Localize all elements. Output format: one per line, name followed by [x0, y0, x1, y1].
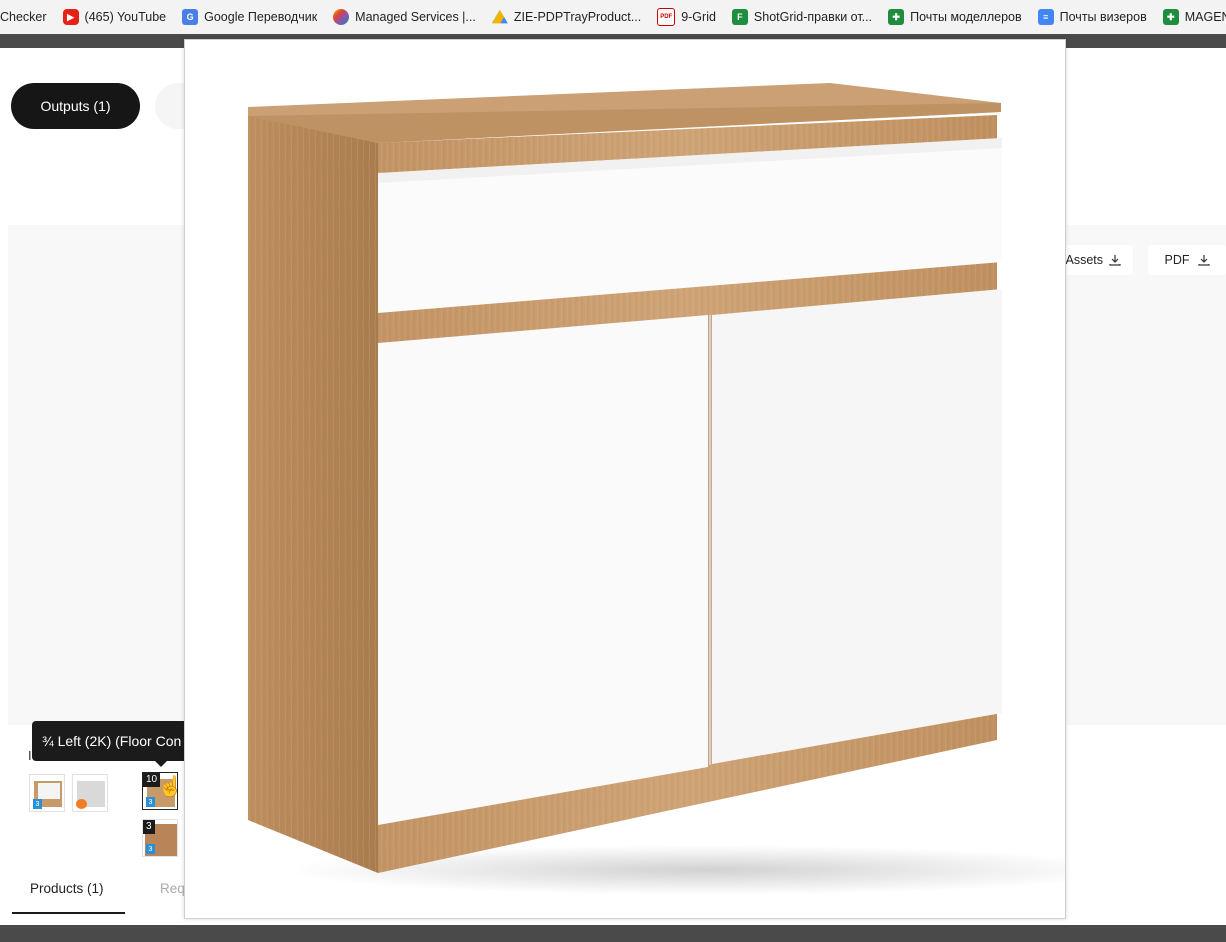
bookmark-modelers-mail[interactable]: ✚ Почты моделлеров — [888, 9, 1022, 25]
bookmark-label: MAGENTA_2023 — [1184, 10, 1226, 24]
download-pdf-button[interactable]: PDF — [1148, 245, 1226, 275]
cabinet-door-right — [712, 289, 1002, 764]
google-drive-icon — [491, 9, 508, 24]
google-forms-icon: F — [731, 9, 748, 25]
pdf-icon: PDF — [657, 8, 676, 26]
bookmark-label: Google Переводчик — [204, 10, 318, 24]
bookmark-label: ShotGrid-правки от... — [753, 10, 873, 24]
tooltip-arrow — [155, 761, 167, 767]
bookmark-checker[interactable]: Checker — [0, 10, 47, 24]
output-thumbnail[interactable] — [72, 774, 108, 812]
bookmarks-bar: Checker ▶ (465) YouTube G Google Перевод… — [0, 0, 1226, 34]
bookmark-9-grid[interactable]: PDF 9-Grid — [657, 8, 716, 26]
outputs-label: Outputs (1) — [40, 98, 111, 114]
bookmark-label: Почты визеров — [1059, 10, 1147, 24]
thumbnail-tooltip: ¾ Left (2K) (Floor Con — [32, 721, 192, 761]
output-thumbnail[interactable]: 3 3 — [142, 819, 178, 857]
bookmark-label: Checker — [0, 10, 47, 24]
bookmark-google-translate[interactable]: G Google Переводчик — [182, 9, 317, 25]
pdf-label: PDF — [1164, 253, 1190, 267]
tooltip-text: ¾ Left (2K) (Floor Con — [42, 733, 182, 749]
image-lightbox[interactable] — [184, 39, 1066, 919]
bookmark-label: ZIE-PDPTrayProduct... — [513, 10, 642, 24]
bookmark-magenta[interactable]: ✚ MAGENTA_2023 — [1162, 9, 1226, 25]
google-sheets-icon: ✚ — [888, 9, 905, 25]
output-thumbnail[interactable]: 3 — [29, 774, 65, 812]
tab-active-underline — [12, 912, 125, 914]
3dsmax-icon: 3 — [146, 797, 155, 807]
bookmark-managed-services[interactable]: Managed Services |... — [333, 9, 476, 25]
bookmark-youtube[interactable]: ▶ (465) YouTube — [62, 9, 167, 25]
overlay-strip-bottom — [0, 925, 1226, 942]
3dsmax-icon: 3 — [146, 844, 155, 854]
bookmark-label: Почты моделлеров — [910, 10, 1022, 24]
download-icon — [1197, 255, 1210, 266]
thumb-image-front — [38, 783, 60, 799]
download-icon — [1109, 255, 1121, 266]
tab-products[interactable]: Products (1) — [30, 881, 104, 896]
bookmark-zie-pdp[interactable]: ZIE-PDPTrayProduct... — [491, 9, 642, 25]
3dsmax-icon: 3 — [33, 799, 42, 809]
blender-icon — [76, 799, 87, 809]
bookmark-label: (465) YouTube — [84, 10, 167, 24]
count-badge: 3 — [143, 820, 155, 834]
cabinet-door-left — [378, 315, 708, 825]
google-translate-icon: G — [182, 9, 199, 25]
google-sheets-icon: ✚ — [1162, 9, 1179, 25]
cabinet-render-image — [248, 83, 1065, 895]
outputs-tab-button[interactable]: Outputs (1) — [11, 83, 140, 129]
google-docs-icon: ≡ — [1037, 9, 1054, 25]
youtube-icon: ▶ — [62, 9, 79, 25]
bookmark-shotgrid[interactable]: F ShotGrid-правки от... — [731, 9, 873, 25]
bookmark-label: 9-Grid — [681, 10, 716, 24]
assets-label: Assets — [1065, 253, 1103, 267]
hand-cursor-icon: ☝ — [158, 776, 183, 798]
bookmark-label: Managed Services |... — [355, 10, 476, 24]
managed-services-icon — [333, 9, 350, 25]
bookmark-visers-mail[interactable]: ≡ Почты визеров — [1037, 9, 1147, 25]
